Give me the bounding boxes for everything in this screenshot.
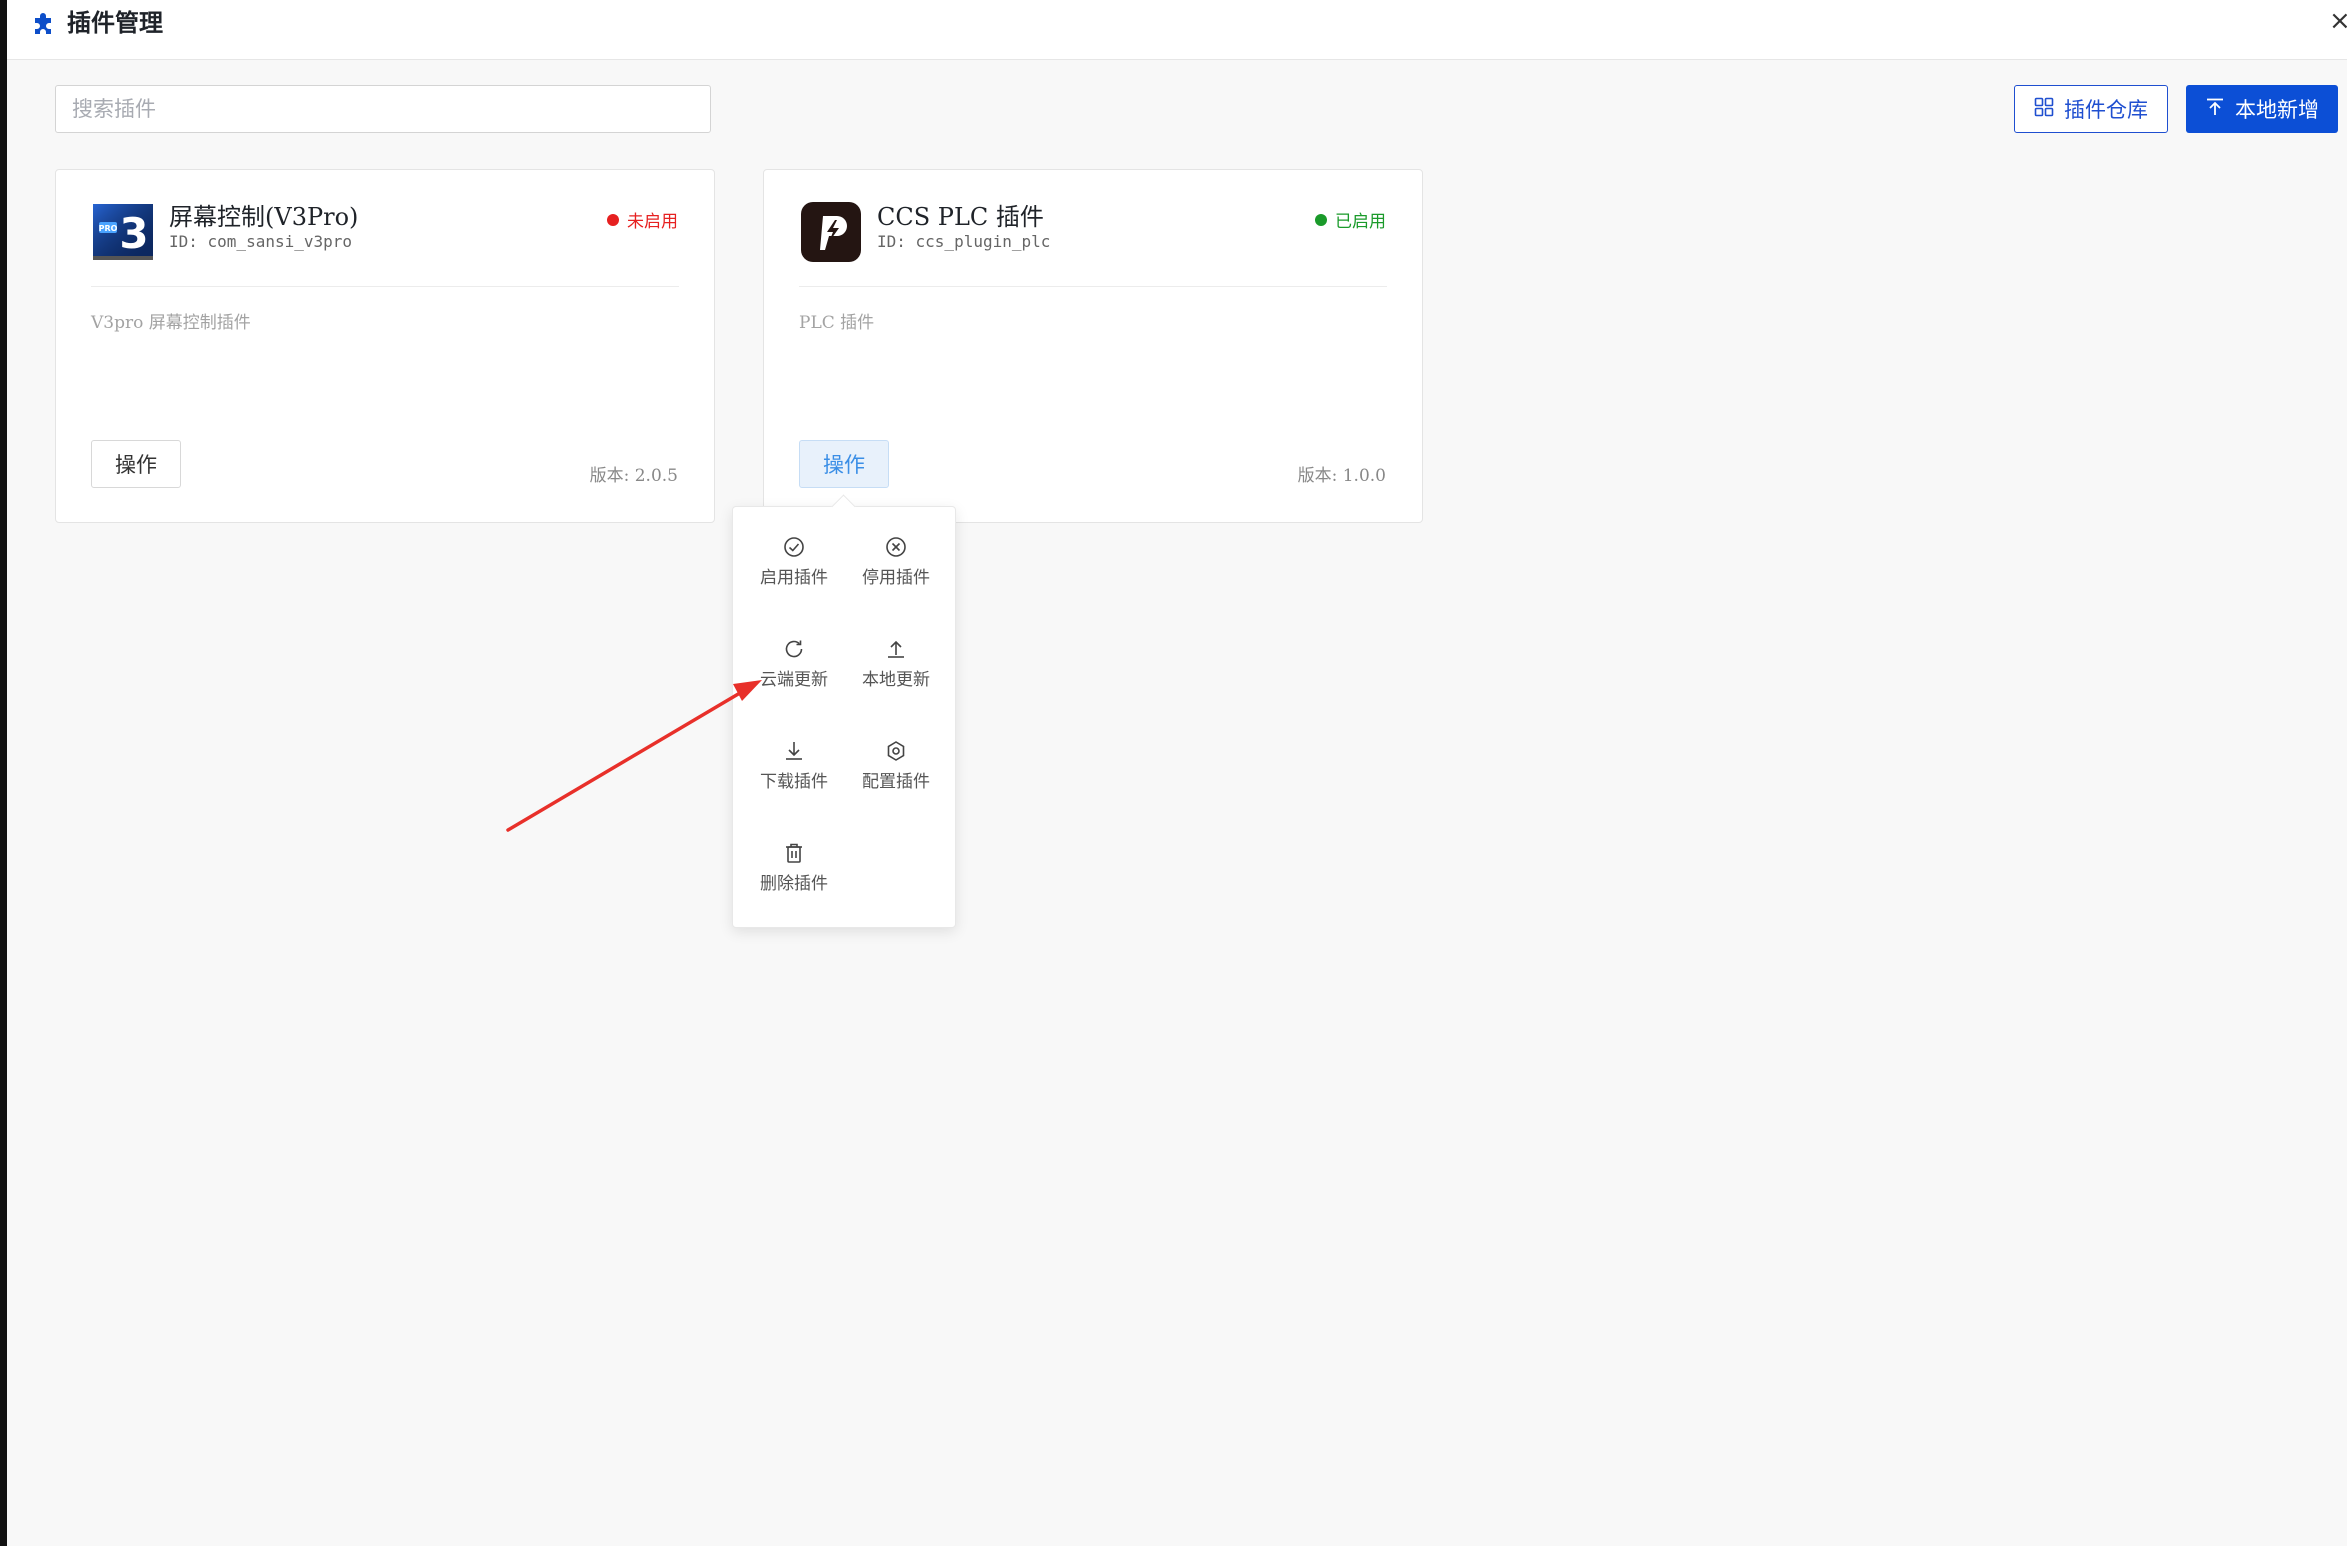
- x-circle-icon: [884, 535, 908, 559]
- menu-item-label: 配置插件: [862, 772, 930, 792]
- card-divider: [799, 286, 1387, 287]
- menu-item-label: 停用插件: [862, 568, 930, 588]
- title-bar: 插件管理 ×: [7, 0, 2347, 60]
- plugin-card-v3pro: PRO 3 屏幕控制(V3Pro) ID: com_sansi_v3pro 未启…: [55, 169, 715, 523]
- local-add-button[interactable]: 本地新增: [2186, 85, 2338, 133]
- menu-item-disable[interactable]: 停用插件: [845, 535, 947, 615]
- plugin-description: PLC 插件: [799, 313, 875, 333]
- settings-hex-icon: [884, 739, 908, 763]
- action-menu: 启用插件 停用插件 云端更新 本地更新 下载插件 配置插件 删除插件: [732, 494, 956, 928]
- upload-icon: [2205, 97, 2225, 122]
- operate-button[interactable]: 操作: [91, 440, 181, 488]
- local-add-label: 本地新增: [2235, 98, 2319, 122]
- check-circle-icon: [782, 535, 806, 559]
- menu-item-label: 启用插件: [760, 568, 828, 588]
- plugin-version: 版本: 2.0.5: [589, 466, 678, 486]
- logo-number: 3: [119, 209, 148, 258]
- plugin-name: CCS PLC 插件: [877, 203, 1044, 231]
- upload-icon: [884, 637, 908, 661]
- page-title: 插件管理: [67, 9, 163, 37]
- menu-item-label: 本地更新: [862, 670, 930, 690]
- status-label: 未启用: [627, 212, 678, 232]
- download-icon: [782, 739, 806, 763]
- close-button[interactable]: ×: [2329, 6, 2347, 36]
- status-badge: 已启用: [1315, 207, 1386, 232]
- menu-item-label: 云端更新: [760, 670, 828, 690]
- plugin-card-plc: CCS PLC 插件 ID: ccs_plugin_plc 已启用 PLC 插件…: [763, 169, 1423, 523]
- plugin-id: ID: ccs_plugin_plc: [877, 232, 1051, 251]
- plugin-description: V3pro 屏幕控制插件: [91, 313, 251, 333]
- operate-button[interactable]: 操作: [799, 440, 889, 488]
- trash-icon: [782, 841, 806, 865]
- menu-item-local-update[interactable]: 本地更新: [845, 637, 947, 717]
- window-left-edge: [0, 0, 7, 1546]
- menu-item-download[interactable]: 下载插件: [743, 739, 845, 819]
- plc-lightning-logo-icon: [799, 200, 863, 264]
- plugin-repository-button[interactable]: 插件仓库: [2014, 85, 2168, 133]
- grid-icon: [2034, 97, 2054, 122]
- menu-item-label: 下载插件: [760, 772, 828, 792]
- status-badge: 未启用: [607, 207, 678, 232]
- menu-item-configure[interactable]: 配置插件: [845, 739, 947, 819]
- search-input[interactable]: [55, 85, 711, 133]
- card-divider: [91, 286, 679, 287]
- menu-item-delete[interactable]: 删除插件: [743, 841, 845, 921]
- plugin-id: ID: com_sansi_v3pro: [169, 232, 353, 251]
- status-label: 已启用: [1335, 212, 1386, 232]
- plugin-version: 版本: 1.0.0: [1297, 466, 1386, 486]
- menu-item-cloud-update[interactable]: 云端更新: [743, 637, 845, 717]
- menu-item-enable[interactable]: 启用插件: [743, 535, 845, 615]
- status-dot: [607, 213, 619, 226]
- logo-badge: PRO: [99, 224, 118, 233]
- status-dot: [1315, 213, 1327, 226]
- v3-pro-logo-icon: PRO 3: [91, 200, 155, 264]
- puzzle-icon: [31, 9, 59, 37]
- plugin-repository-label: 插件仓库: [2064, 98, 2148, 122]
- refresh-icon: [782, 637, 806, 661]
- plugin-name: 屏幕控制(V3Pro): [169, 203, 359, 231]
- menu-item-label: 删除插件: [760, 874, 828, 894]
